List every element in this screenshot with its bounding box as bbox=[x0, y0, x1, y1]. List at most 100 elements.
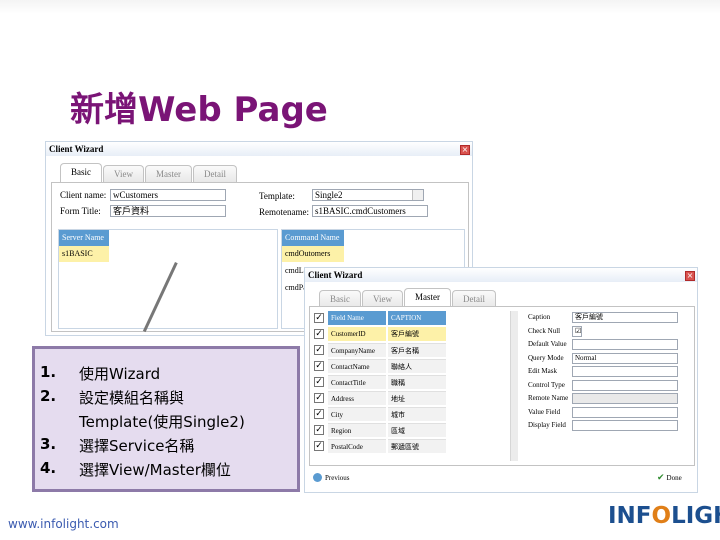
check-icon: ✔ bbox=[657, 473, 665, 483]
field-checkbox[interactable]: ✓ bbox=[314, 441, 324, 451]
slide: 新增Web Page Client Wizard × Basic View Ma… bbox=[0, 0, 720, 540]
field-checkbox[interactable]: ✓ bbox=[314, 425, 324, 435]
tab-detail[interactable]: Detail bbox=[451, 290, 496, 307]
step-number: 4. bbox=[40, 459, 57, 477]
field-name-cell: City bbox=[328, 407, 386, 421]
caption-cell: 區域 bbox=[388, 423, 446, 437]
property-label: Edit Mask bbox=[528, 367, 557, 375]
property-input[interactable] bbox=[572, 366, 678, 377]
slide-title: 新增Web Page bbox=[70, 90, 328, 130]
step-number: 3. bbox=[40, 435, 57, 453]
property-input[interactable]: ☑ bbox=[572, 325, 582, 337]
client-name-label: Client name: bbox=[60, 190, 107, 200]
property-label: Default Value bbox=[528, 340, 567, 348]
field-checkbox[interactable]: ✓ bbox=[314, 377, 324, 387]
property-label: Query Mode bbox=[528, 353, 564, 362]
property-label: Caption bbox=[528, 313, 551, 321]
field-name-cell: CompanyName bbox=[328, 343, 386, 357]
property-input[interactable] bbox=[572, 393, 678, 404]
command-row-cmdoutomers[interactable]: cmdOutomers bbox=[282, 246, 344, 262]
property-input[interactable]: 客戶編號 bbox=[572, 312, 678, 323]
caption-column-header: CAPTION bbox=[388, 311, 446, 325]
property-label: Check Null bbox=[528, 326, 561, 335]
field-list-scrollbar[interactable] bbox=[510, 311, 518, 461]
tab-master[interactable]: Master bbox=[144, 165, 192, 182]
logo-text-right: LIGHT bbox=[671, 503, 720, 529]
field-list-header: ✓ Field Name CAPTION bbox=[310, 311, 510, 325]
caption-cell: 聯絡人 bbox=[388, 359, 446, 373]
window-title: Client Wizard bbox=[305, 268, 697, 282]
close-icon[interactable]: × bbox=[460, 145, 470, 155]
window-title: Client Wizard bbox=[46, 142, 472, 156]
field-row[interactable]: ✓ Region 區域 bbox=[310, 423, 510, 437]
tab-master[interactable]: Master bbox=[403, 288, 451, 307]
logo-text-middle: O bbox=[651, 503, 672, 529]
select-all-checkbox[interactable]: ✓ bbox=[314, 313, 324, 323]
close-icon[interactable]: × bbox=[685, 271, 695, 281]
field-row[interactable]: ✓ CustomerID 客戶編號 bbox=[310, 327, 510, 341]
field-name-cell: Address bbox=[328, 391, 386, 405]
field-row[interactable]: ✓ City 城市 bbox=[310, 407, 510, 421]
remotename-label: Remotename: bbox=[259, 207, 309, 217]
step-number: 1. bbox=[40, 363, 57, 381]
caption-cell: 地址 bbox=[388, 391, 446, 405]
form-title-input[interactable]: 客戶資料 bbox=[110, 205, 226, 217]
property-input[interactable] bbox=[572, 420, 678, 431]
property-label: Value Field bbox=[528, 407, 561, 416]
server-row-s1basic[interactable]: s1BASIC bbox=[59, 246, 109, 262]
field-checkbox[interactable]: ✓ bbox=[314, 361, 324, 371]
tab-detail[interactable]: Detail bbox=[192, 165, 237, 182]
field-row[interactable]: ✓ CompanyName 客戶名稱 bbox=[310, 343, 510, 357]
previous-button-label: Previous bbox=[325, 473, 350, 482]
form-title-label: Form Title: bbox=[60, 206, 101, 216]
field-checkbox[interactable]: ✓ bbox=[314, 329, 324, 339]
remotename-input[interactable]: s1BASIC.cmdCustomers bbox=[312, 205, 428, 217]
field-name-cell: Region bbox=[328, 423, 386, 437]
field-row[interactable]: ✓ PostalCode 郵遞區號 bbox=[310, 439, 510, 453]
done-button-label: Done bbox=[666, 474, 682, 482]
field-row[interactable]: ✓ ContactName 聯絡人 bbox=[310, 359, 510, 373]
wizard-tabs: Basic View Master Detail bbox=[319, 288, 497, 307]
field-name-column-header: Field Name bbox=[328, 311, 386, 325]
server-grid-header: Server Name bbox=[59, 230, 109, 246]
field-name-cell: ContactName bbox=[328, 359, 386, 373]
field-checkbox[interactable]: ✓ bbox=[314, 393, 324, 403]
tab-basic[interactable]: Basic bbox=[319, 290, 361, 307]
step-text: 使用Wizard bbox=[79, 365, 161, 383]
footer-url[interactable]: www.infolight.com bbox=[8, 517, 119, 531]
infolight-logo: INFOLIGHT bbox=[608, 503, 720, 529]
logo-text-left: INF bbox=[608, 503, 652, 529]
field-name-cell: PostalCode bbox=[328, 439, 386, 453]
caption-cell: 職稱 bbox=[388, 375, 446, 389]
steps-callout: 1. 使用Wizard 2. 設定模組名稱與 Template(使用Single… bbox=[32, 346, 300, 492]
field-checkbox[interactable]: ✓ bbox=[314, 409, 324, 419]
property-label: Display Field bbox=[528, 421, 566, 429]
template-select[interactable]: Single2 bbox=[312, 189, 424, 201]
caption-cell: 客戶編號 bbox=[388, 327, 446, 341]
top-bar bbox=[0, 0, 720, 14]
caption-cell: 郵遞區號 bbox=[388, 439, 446, 453]
step-text: 選擇Service名稱 bbox=[79, 437, 195, 455]
property-input[interactable] bbox=[572, 406, 678, 418]
client-name-input[interactable]: wCustomers bbox=[110, 189, 226, 201]
step-text: Template(使用Single2) bbox=[79, 413, 245, 431]
client-wizard-window-master: Client Wizard × Basic View Master Detail… bbox=[304, 267, 698, 493]
step-text: 選擇View/Master欄位 bbox=[79, 461, 231, 479]
template-label: Template: bbox=[259, 191, 295, 201]
done-button[interactable]: ✔ Done bbox=[657, 473, 682, 483]
wizard-tabs: Basic View Master Detail bbox=[60, 163, 238, 182]
field-row[interactable]: ✓ Address 地址 bbox=[310, 391, 510, 405]
field-checkbox[interactable]: ✓ bbox=[314, 345, 324, 355]
property-input[interactable] bbox=[572, 339, 678, 350]
tab-basic[interactable]: Basic bbox=[60, 163, 102, 182]
master-panel: ✓ Field Name CAPTION ✓ CustomerID 客戶編號 ✓ Compan… bbox=[309, 306, 695, 466]
tab-view[interactable]: View bbox=[362, 290, 403, 307]
previous-button[interactable]: Previous bbox=[313, 473, 350, 482]
tab-view[interactable]: View bbox=[103, 165, 144, 182]
step-text: 設定模組名稱與 bbox=[79, 389, 185, 407]
property-input[interactable]: Normal bbox=[572, 352, 678, 364]
property-input[interactable] bbox=[572, 379, 678, 391]
property-label: Control Type bbox=[528, 380, 565, 389]
field-row[interactable]: ✓ ContactTitle 職稱 bbox=[310, 375, 510, 389]
field-name-cell: CustomerID bbox=[328, 327, 386, 341]
